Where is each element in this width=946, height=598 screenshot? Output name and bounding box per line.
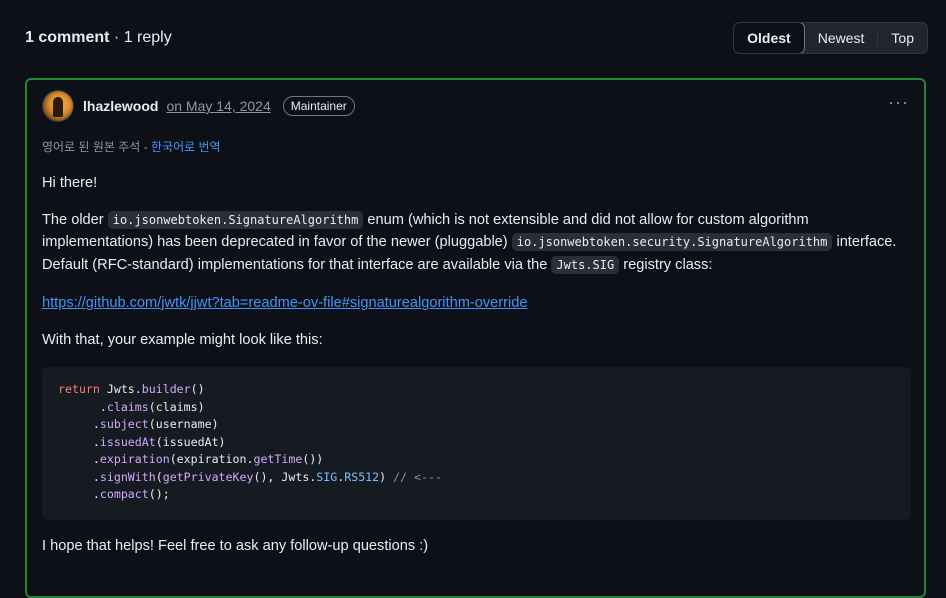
code-token: . — [58, 399, 107, 414]
comment-author-row: lhazlewood on May 14, 2024 Maintainer ··… — [42, 89, 909, 123]
code-token: compact — [99, 487, 149, 501]
code-token: . — [58, 452, 100, 466]
code-token: return — [58, 382, 100, 396]
count-separator: · — [113, 29, 120, 46]
closing-paragraph: I hope that helps! Feel free to ask any … — [42, 538, 429, 554]
p1-text-d: registry class: — [619, 256, 713, 273]
code-token: subject — [99, 417, 149, 431]
code-signature-algorithm: io.jsonwebtoken.SignatureAlgorithm — [107, 210, 364, 229]
code-token: ()) — [302, 452, 324, 466]
code-block: return Jwts.builder() .claims(claims) .s… — [42, 367, 911, 520]
code-token: signWith — [99, 469, 156, 484]
more-options-icon[interactable]: ··· — [888, 92, 909, 113]
sort-top-button[interactable]: Top — [878, 23, 927, 53]
translate-link[interactable]: 한국어로 번역 — [151, 140, 221, 154]
code-token: . — [58, 434, 100, 449]
readme-link[interactable]: https://github.com/jwtk/jjwt?tab=readme-… — [42, 295, 527, 311]
code-token: claims — [106, 399, 149, 414]
code-token: issuedAt — [99, 434, 156, 449]
code-token: RS512 — [344, 469, 380, 484]
translation-note: 영어로 된 원본 주석 - 한국어로 번역 — [42, 138, 221, 155]
greeting-text: Hi there! — [42, 175, 98, 191]
reply-count-label: 1 reply — [123, 29, 172, 46]
code-token: (expiration. — [169, 452, 254, 466]
link-paragraph: https://github.com/jwtk/jjwt?tab=readme-… — [42, 292, 912, 315]
code-token: (claims) — [148, 399, 205, 414]
comment-body: Hi there! The older io.jsonwebtoken.Sign… — [42, 172, 912, 351]
code-token: (), Jwts. — [253, 469, 317, 484]
code-token: (username) — [148, 417, 219, 431]
code-token: . — [58, 487, 100, 501]
code-token: Jwts. — [99, 382, 142, 396]
code-token: ) — [379, 469, 394, 484]
comments-header: 1 comment · 1 reply Oldest Newest Top — [25, 22, 928, 54]
code-token: (); — [148, 487, 170, 501]
comment-count: 1 comment · 1 reply — [25, 29, 172, 47]
code-token: getPrivateKey — [162, 469, 254, 484]
comment-date[interactable]: on May 14, 2024 — [166, 98, 270, 114]
author-name[interactable]: lhazlewood — [83, 98, 158, 114]
code-token: // <--- — [393, 469, 442, 484]
maintainer-badge: Maintainer — [282, 96, 355, 116]
code-token: () — [190, 382, 205, 396]
paragraph-example: With that, your example might look like … — [42, 331, 323, 348]
comment-count-label: 1 comment — [25, 29, 110, 46]
sort-newest-button[interactable]: Newest — [805, 23, 878, 53]
code-token: (issuedAt) — [155, 434, 226, 449]
code-security-signature-algorithm: io.jsonwebtoken.security.SignatureAlgori… — [511, 233, 833, 251]
translation-text: 영어로 된 원본 주석 - — [42, 140, 151, 154]
code-token: builder — [141, 382, 191, 396]
avatar[interactable] — [42, 90, 74, 122]
code-token: expiration — [99, 452, 170, 466]
sort-toggle: Oldest Newest Top — [733, 22, 928, 54]
paragraph-deprecation: The older io.jsonwebtoken.SignatureAlgor… — [42, 209, 912, 277]
code-token: SIG — [316, 469, 338, 484]
code-token: . — [58, 469, 100, 484]
p1-text-a: The older — [42, 211, 108, 228]
code-token: . — [58, 417, 100, 431]
code-token: getTime — [253, 452, 303, 466]
comment-card: lhazlewood on May 14, 2024 Maintainer ··… — [25, 78, 926, 598]
code-jwts-sig: Jwts.SIG — [551, 255, 620, 274]
sort-oldest-button[interactable]: Oldest — [734, 23, 805, 53]
code-token: ( — [155, 469, 163, 484]
